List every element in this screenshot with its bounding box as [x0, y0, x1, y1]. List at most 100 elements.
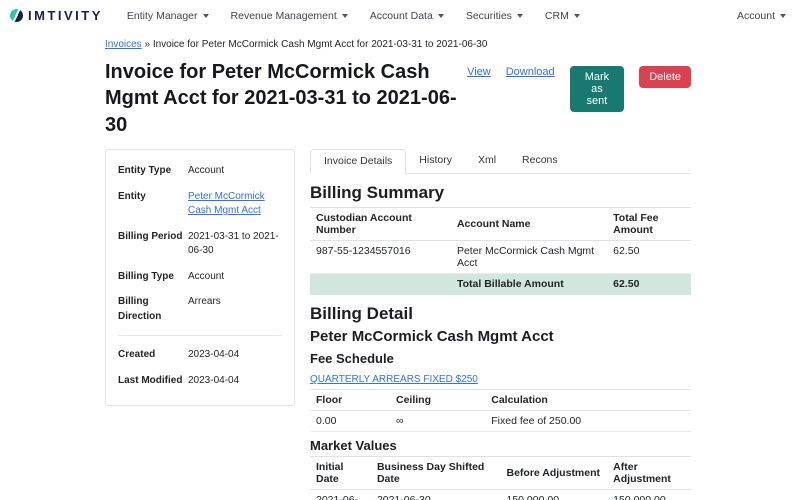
account-menu[interactable]: Account	[737, 10, 786, 22]
fee-calculation: Fixed fee of 250.00	[485, 411, 691, 432]
billing-detail-heading: Billing Detail	[310, 304, 691, 324]
fee-schedule-table: Floor Ceiling Calculation 0.00 ∞ Fixed f…	[310, 389, 691, 432]
invoice-detail-panel: Invoice Details History Xml Recons Billi…	[310, 149, 691, 500]
info-value: 2023-04-04	[188, 374, 282, 389]
breadcrumb-invoices-link[interactable]: Invoices	[105, 39, 142, 50]
info-value: Account	[188, 270, 282, 285]
col-header: Initial Date	[310, 457, 371, 490]
total-billable-label: Total Billable Amount	[451, 274, 607, 295]
col-header: Account Name	[451, 208, 607, 241]
info-row-billing-period: Billing Period 2021-03-31 to 2021-06-30	[118, 230, 282, 259]
after-adjustment: 150,000.00	[607, 490, 691, 500]
info-label: Billing Period	[118, 230, 188, 259]
col-header: Floor	[310, 390, 390, 411]
total-billable-value: 62.50	[607, 274, 691, 295]
account-name: Peter McCormick Cash Mgmt Acct	[451, 241, 607, 274]
fee-ceiling: ∞	[390, 411, 485, 432]
top-navbar: IMTIVITY Entity Manager Revenue Manageme…	[0, 0, 800, 30]
nav-item-label: Entity Manager	[127, 10, 198, 22]
col-header: Calculation	[485, 390, 691, 411]
brand-name: IMTIVITY	[28, 8, 103, 23]
col-header: Total Fee Amount	[607, 208, 691, 241]
billing-summary-table: Custodian Account Number Account Name To…	[310, 207, 691, 295]
tab-recons[interactable]: Recons	[509, 149, 571, 173]
tab-history[interactable]: History	[406, 149, 465, 173]
info-row-billing-type: Billing Type Account	[118, 270, 282, 285]
col-header: Ceiling	[390, 390, 485, 411]
tab-xml[interactable]: Xml	[465, 149, 509, 173]
caret-down-icon	[342, 14, 348, 18]
table-header-row: Floor Ceiling Calculation	[310, 390, 691, 411]
entity-link[interactable]: Peter McCormick Cash Mgmt Acct	[188, 191, 265, 217]
info-row-billing-direction: Billing Direction Arrears	[118, 295, 282, 324]
info-label: Entity Type	[118, 164, 188, 179]
fee-schedule-heading: Fee Schedule	[310, 351, 691, 366]
info-value: 2023-04-04	[188, 348, 282, 363]
brand-logo[interactable]: IMTIVITY	[10, 8, 103, 23]
action-bar: View Download Mark as sent Delete	[467, 66, 691, 138]
account-menu-label: Account	[737, 10, 775, 22]
info-label: Created	[118, 348, 188, 363]
info-panel-divider	[118, 335, 282, 336]
market-values-table: Initial Date Business Day Shifted Date B…	[310, 456, 691, 500]
breadcrumb-current: Invoice for Peter McCormick Cash Mgmt Ac…	[153, 39, 488, 50]
empty-cell	[310, 274, 451, 295]
info-label: Billing Direction	[118, 295, 188, 324]
breadcrumb-separator: »	[144, 39, 150, 50]
breadcrumb: Invoices » Invoice for Peter McCormick C…	[105, 39, 691, 50]
tab-invoice-details[interactable]: Invoice Details	[310, 149, 406, 174]
table-header-row: Initial Date Business Day Shifted Date B…	[310, 457, 691, 490]
nav-item-securities[interactable]: Securities	[466, 10, 523, 22]
download-link[interactable]: Download	[506, 66, 555, 78]
caret-down-icon	[780, 14, 786, 18]
billing-summary-heading: Billing Summary	[310, 183, 691, 203]
table-row: 2021-06-30 2021-06-30 150,000.00 150,000…	[310, 490, 691, 500]
col-header: Custodian Account Number	[310, 208, 451, 241]
billing-detail-account-name: Peter McCormick Cash Mgmt Acct	[310, 328, 691, 345]
caret-down-icon	[517, 14, 523, 18]
view-link[interactable]: View	[467, 66, 491, 78]
total-fee-amount: 62.50	[607, 241, 691, 274]
page-header: Invoice for Peter McCormick Cash Mgmt Ac…	[105, 59, 691, 138]
caret-down-icon	[438, 14, 444, 18]
mark-as-sent-button[interactable]: Mark as sent	[570, 66, 625, 112]
fee-floor: 0.00	[310, 411, 390, 432]
delete-button[interactable]: Delete	[639, 66, 691, 88]
fee-schedule-link[interactable]: QUARTERLY ARREARS FIXED $250	[310, 374, 478, 385]
market-values-heading: Market Values	[310, 438, 691, 453]
col-header: Before Adjustment	[500, 457, 607, 490]
nav-item-crm[interactable]: CRM	[545, 10, 580, 22]
custodian-account-number: 987-55-1234557016	[310, 241, 451, 274]
tab-bar: Invoice Details History Xml Recons	[310, 149, 691, 174]
nav-item-label: Account Data	[370, 10, 433, 22]
info-row-entity: Entity Peter McCormick Cash Mgmt Acct	[118, 190, 282, 219]
caret-down-icon	[203, 14, 209, 18]
info-value: 2021-03-31 to 2021-06-30	[188, 230, 282, 259]
brand-logo-icon	[10, 9, 23, 22]
table-row: 987-55-1234557016 Peter McCormick Cash M…	[310, 241, 691, 274]
nav-item-label: Revenue Management	[231, 10, 337, 22]
caret-down-icon	[574, 14, 580, 18]
page-title: Invoice for Peter McCormick Cash Mgmt Ac…	[105, 59, 467, 138]
info-value: Account	[188, 164, 282, 179]
business-day-shifted-date: 2021-06-30	[371, 490, 501, 500]
invoice-info-panel: Entity Type Account Entity Peter McCormi…	[105, 149, 295, 406]
info-label: Entity	[118, 190, 188, 219]
nav-item-revenue-management[interactable]: Revenue Management	[231, 10, 348, 22]
info-value: Arrears	[188, 295, 282, 324]
total-billable-row: Total Billable Amount 62.50	[310, 274, 691, 295]
col-header: After Adjustment	[607, 457, 691, 490]
initial-date: 2021-06-30	[310, 490, 371, 500]
nav-item-label: Securities	[466, 10, 512, 22]
nav-item-label: CRM	[545, 10, 569, 22]
info-row-created: Created 2023-04-04	[118, 348, 282, 363]
info-row-entity-type: Entity Type Account	[118, 164, 282, 179]
info-row-last-modified: Last Modified 2023-04-04	[118, 374, 282, 389]
before-adjustment: 150,000.00	[500, 490, 607, 500]
nav-item-account-data[interactable]: Account Data	[370, 10, 444, 22]
nav-item-entity-manager[interactable]: Entity Manager	[127, 10, 209, 22]
info-label: Last Modified	[118, 374, 188, 389]
table-header-row: Custodian Account Number Account Name To…	[310, 208, 691, 241]
nav-links: Entity Manager Revenue Management Accoun…	[127, 10, 580, 22]
col-header: Business Day Shifted Date	[371, 457, 501, 490]
